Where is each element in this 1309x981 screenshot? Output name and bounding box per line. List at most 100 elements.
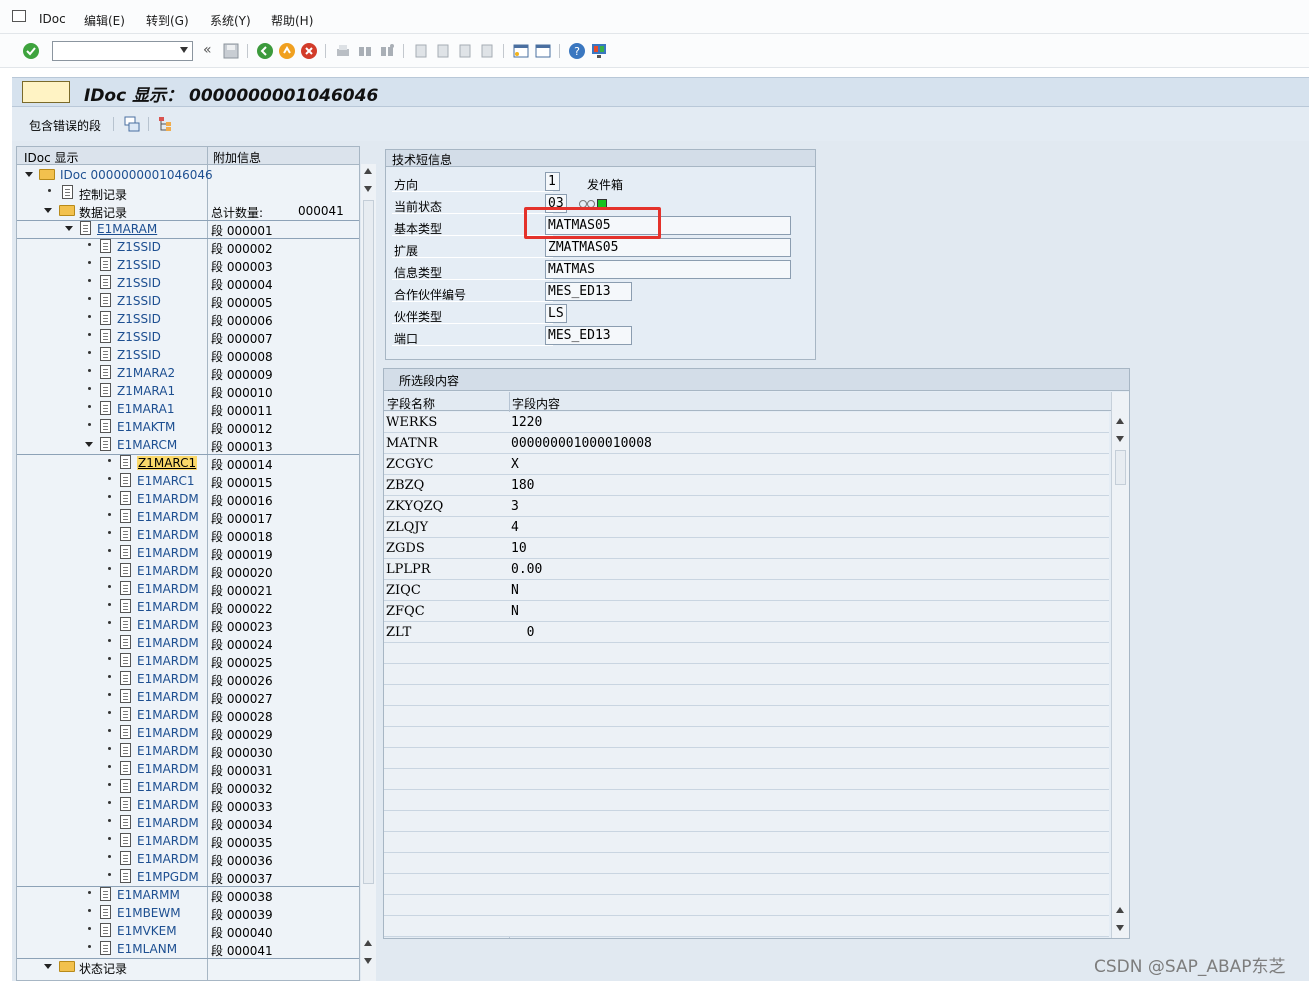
segment-name[interactable]: E1MLANM — [117, 942, 177, 956]
tree-segment-row[interactable]: E1MAKTM 段 000012 — [17, 418, 359, 436]
menu-system[interactable]: 系统(Y) — [210, 12, 251, 29]
tree-segment-row[interactable]: E1MARDM 段 000035 — [17, 832, 359, 850]
tree-segment-row[interactable]: E1MARDM 段 000023 — [17, 616, 359, 634]
menu-goto[interactable]: 转到(G) — [146, 12, 189, 29]
segment-name[interactable]: Z1SSID — [117, 240, 161, 254]
segment-name[interactable]: E1MBEWM — [117, 906, 181, 920]
tree-segment-row[interactable]: Z1MARC1 段 000014 — [17, 454, 359, 472]
segment-table-row[interactable]: ZLQJY 4 — [384, 517, 1109, 538]
segment-name[interactable]: E1MARDM — [137, 510, 199, 524]
field-value-cell[interactable]: 180 — [511, 478, 534, 493]
segment-table-row[interactable] — [384, 685, 1109, 706]
field-value-cell[interactable]: N — [511, 604, 519, 619]
tree-structure-icon[interactable] — [157, 115, 175, 133]
next-page-icon[interactable] — [456, 42, 474, 60]
layout-icon[interactable] — [590, 42, 608, 60]
segment-name[interactable]: E1MARDM — [137, 834, 199, 848]
field-value-cell[interactable]: X — [511, 457, 519, 472]
scrollbar-thumb[interactable] — [363, 200, 374, 884]
segment-table-scrollbar[interactable] — [1111, 392, 1129, 938]
segment-name[interactable]: Z1SSID — [117, 348, 161, 362]
tree-segment-row[interactable]: E1MARDM 段 000030 — [17, 742, 359, 760]
first-page-icon[interactable] — [412, 42, 430, 60]
segment-name[interactable]: E1MARDM — [137, 672, 199, 686]
tree-node-control[interactable]: 控制记录 — [17, 184, 359, 202]
segment-table-row[interactable]: ZFQC N — [384, 601, 1109, 622]
tree-segment-row[interactable]: E1MARCM 段 000013 — [17, 436, 359, 454]
segment-table-row[interactable]: ZKYQZQ 3 — [384, 496, 1109, 517]
tree-node-status[interactable]: 状态记录 — [17, 958, 359, 976]
field-name-cell[interactable]: ZLQJY — [386, 520, 428, 535]
segment-name[interactable]: E1MARDM — [137, 780, 199, 794]
tree-segment-row[interactable]: Z1MARA1 段 000010 — [17, 382, 359, 400]
expand-arrow-icon[interactable] — [65, 226, 73, 231]
segment-name[interactable]: Z1SSID — [117, 258, 161, 272]
tree-segment-row[interactable]: E1MARC1 段 000015 — [17, 472, 359, 490]
tree-segment-row[interactable]: Z1SSID 段 000003 — [17, 256, 359, 274]
field-name-cell[interactable]: WERKS — [386, 415, 437, 430]
segment-name[interactable]: E1MARDM — [137, 744, 199, 758]
expand-tree-icon[interactable] — [123, 115, 141, 133]
expand-arrow-icon[interactable] — [44, 208, 52, 213]
segment-table-row[interactable] — [384, 790, 1109, 811]
segment-table-row[interactable] — [384, 727, 1109, 748]
segment-name[interactable]: E1MARDM — [137, 582, 199, 596]
segment-name[interactable]: E1MARDM — [137, 564, 199, 578]
find-icon[interactable] — [356, 42, 374, 60]
segment-name[interactable]: E1MARAM — [97, 222, 157, 236]
tree-segment-row[interactable]: E1MARDM 段 000031 — [17, 760, 359, 778]
segment-table-row[interactable] — [384, 664, 1109, 685]
cancel-icon[interactable] — [300, 42, 318, 60]
tree-segment-row[interactable]: E1MARAM 段 000001 — [17, 220, 359, 238]
direction-field[interactable]: 1 — [545, 172, 560, 191]
tree-segment-row[interactable]: E1MARDM 段 000025 — [17, 652, 359, 670]
segment-table-row[interactable] — [384, 916, 1109, 937]
field-name-cell[interactable]: ZLT — [386, 625, 411, 640]
save-icon[interactable] — [222, 42, 240, 60]
tree-segment-row[interactable]: Z1MARA2 段 000009 — [17, 364, 359, 382]
tree-segment-row[interactable]: E1MARDM 段 000017 — [17, 508, 359, 526]
field-name-cell[interactable]: ZFQC — [386, 604, 425, 619]
expand-arrow-icon[interactable] — [44, 964, 52, 969]
tree-node-root[interactable]: IDoc 0000000001046046 — [17, 166, 359, 184]
segment-table-row[interactable] — [384, 874, 1109, 895]
extension-field[interactable]: ZMATMAS05 — [545, 238, 791, 257]
segment-name[interactable]: E1MARC1 — [137, 474, 195, 488]
tree-segment-row[interactable]: Z1SSID 段 000006 — [17, 310, 359, 328]
segment-table-row[interactable] — [384, 832, 1109, 853]
segment-table-row[interactable]: ZIQC N — [384, 580, 1109, 601]
tree-segment-row[interactable]: Z1SSID 段 000008 — [17, 346, 359, 364]
segment-name[interactable]: E1MARDM — [137, 816, 199, 830]
tree-segment-row[interactable]: E1MARDM 段 000024 — [17, 634, 359, 652]
segment-name[interactable]: E1MVKEM — [117, 924, 177, 938]
segment-name[interactable]: Z1SSID — [117, 276, 161, 290]
scrollbar-thumb[interactable] — [1115, 450, 1126, 485]
tree-segment-row[interactable]: E1MARDM 段 000033 — [17, 796, 359, 814]
col-field-name[interactable]: 字段名称 — [387, 395, 435, 412]
segment-table-row[interactable]: WERKS 1220 — [384, 412, 1109, 433]
segment-name[interactable]: Z1SSID — [117, 312, 161, 326]
menu-edit[interactable]: 编辑(E) — [84, 12, 125, 29]
segment-table-row[interactable] — [384, 769, 1109, 790]
tree-segment-row[interactable]: E1MARDM 段 000022 — [17, 598, 359, 616]
field-value-cell[interactable]: 000000001000010008 — [511, 436, 652, 451]
segment-name[interactable]: E1MARDM — [137, 618, 199, 632]
segment-table-row[interactable]: ZLT 0 — [384, 622, 1109, 643]
segment-table-row[interactable] — [384, 748, 1109, 769]
field-value-cell[interactable]: 1220 — [511, 415, 542, 430]
tree-scrollbar[interactable] — [361, 164, 376, 981]
segment-table-row[interactable] — [384, 853, 1109, 874]
expand-arrow-icon[interactable] — [85, 442, 93, 447]
segment-table-row[interactable]: ZGDS 10 — [384, 538, 1109, 559]
find-next-icon[interactable] — [378, 42, 396, 60]
tree-segment-row[interactable]: E1MLANM 段 000041 — [17, 940, 359, 958]
segment-name[interactable]: Z1SSID — [117, 330, 161, 344]
port-field[interactable]: MES_ED13 — [545, 326, 632, 345]
segment-table-row[interactable]: LPLPR 0.00 — [384, 559, 1109, 580]
prev-page-icon[interactable] — [434, 42, 452, 60]
menu-idoc[interactable]: IDoc — [39, 12, 66, 26]
field-name-cell[interactable]: ZKYQZQ — [386, 499, 443, 514]
expand-arrow-icon[interactable] — [25, 172, 33, 177]
segment-table-row[interactable] — [384, 811, 1109, 832]
tree-segment-row[interactable]: E1MPGDM 段 000037 — [17, 868, 359, 886]
